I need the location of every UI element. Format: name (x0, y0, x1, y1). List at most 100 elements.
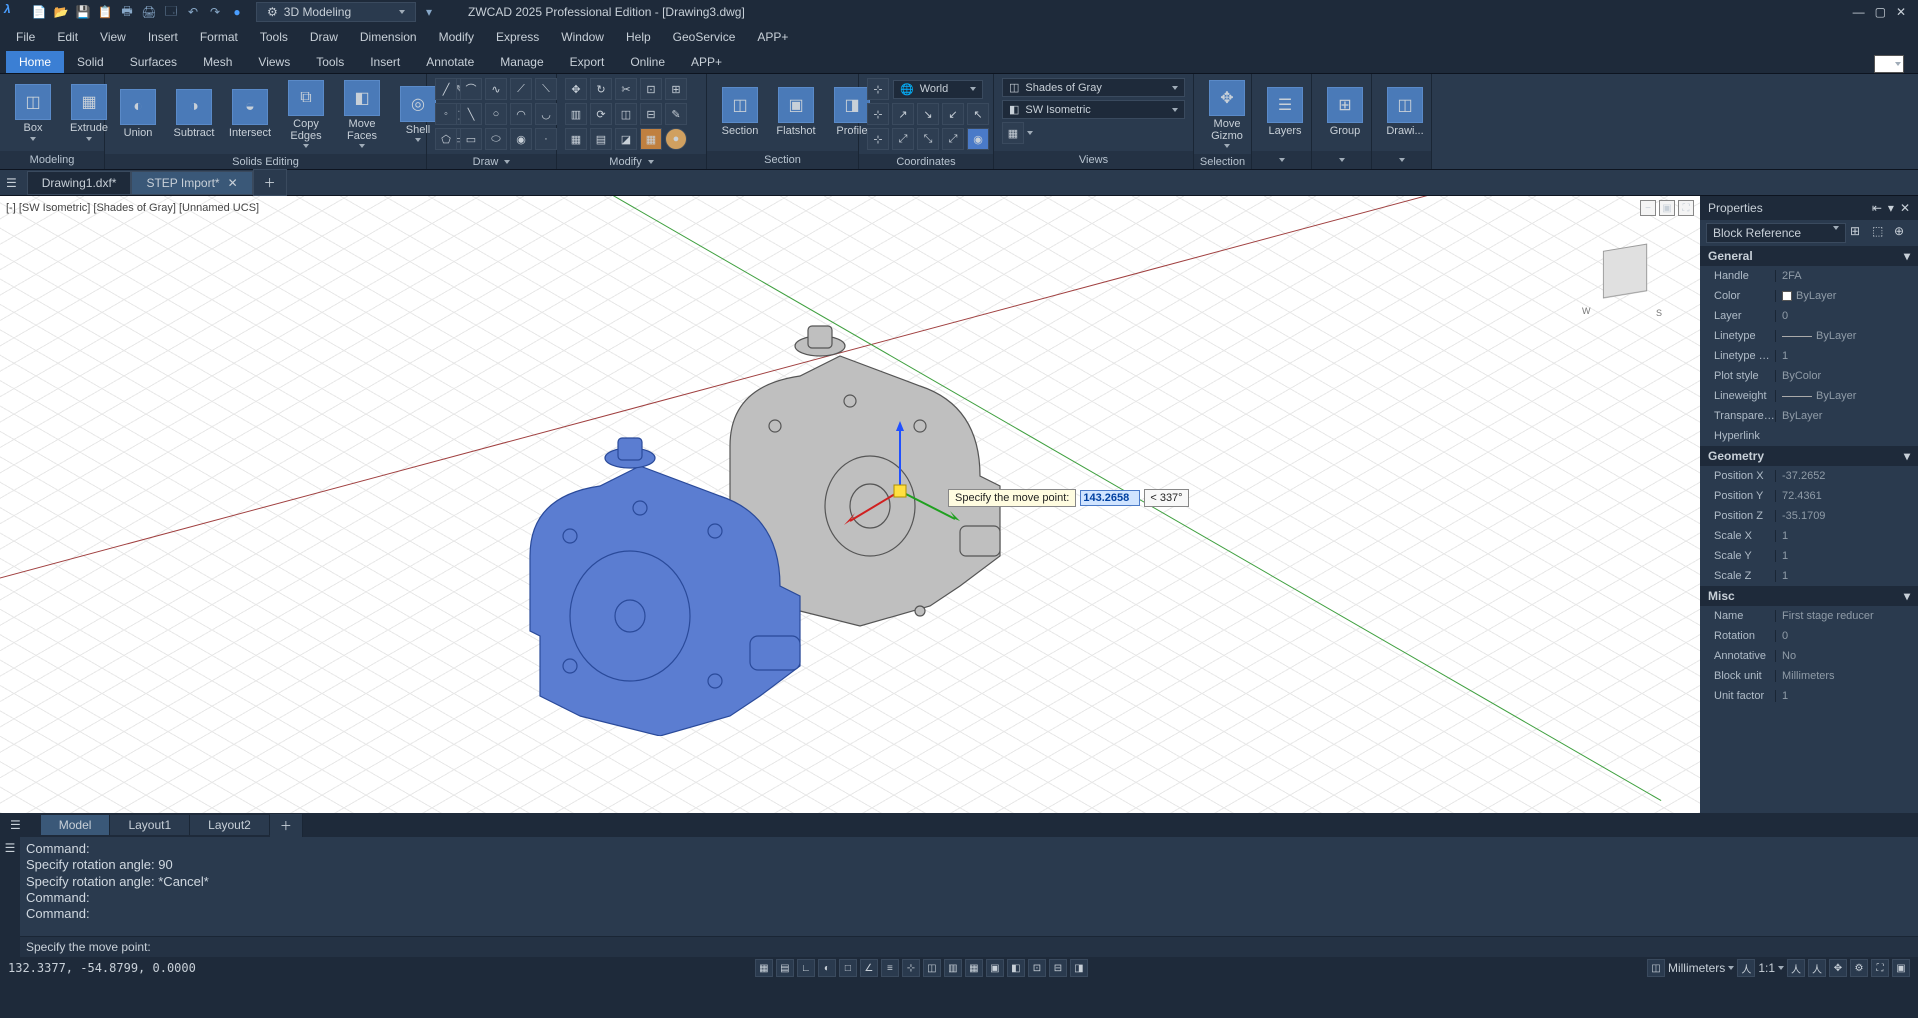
tool-icon[interactable]: ◉ (510, 128, 532, 150)
tool-icon[interactable]: ◫ (615, 103, 637, 125)
tab-app[interactable]: APP+ (678, 51, 735, 73)
ucs-icon[interactable]: ⊹ (867, 78, 889, 100)
coordinates-display[interactable]: 132.3377, -54.8799, 0.0000 (8, 961, 196, 975)
command-expand-icon[interactable]: ☰ (0, 837, 20, 957)
palette-autohide-icon[interactable]: ⇤ (1872, 201, 1882, 215)
doc-tab-1[interactable]: STEP Import*✕ (131, 171, 252, 195)
props-row[interactable]: Hyperlink (1700, 426, 1918, 446)
menu-help[interactable]: Help (616, 27, 661, 47)
status-toggle[interactable]: ◧ (1007, 959, 1025, 977)
status-toggle[interactable]: ⊡ (1028, 959, 1046, 977)
palette-close-icon[interactable]: ✕ (1900, 201, 1910, 215)
tool-icon[interactable]: ○ (485, 103, 507, 125)
trim-icon[interactable]: ✂ (615, 78, 637, 100)
props-row[interactable]: Rotation0 (1700, 626, 1918, 646)
layout-menu-icon[interactable]: ☰ (10, 818, 21, 832)
panel-layers-expand[interactable] (1252, 151, 1311, 169)
tab-manage[interactable]: Manage (487, 51, 556, 73)
command-input[interactable]: Specify the move point: (20, 936, 1918, 957)
viewport-maximize-icon[interactable]: ⛶ (1678, 200, 1694, 216)
ucs-tool-icon[interactable]: ◉ (967, 128, 989, 150)
ucs-tool-icon[interactable]: ↖ (967, 103, 989, 125)
props-row[interactable]: Position X-37.2652 (1700, 466, 1918, 486)
rotate-icon[interactable]: ↻ (590, 78, 612, 100)
status-toggle[interactable]: ▥ (944, 959, 962, 977)
units-label[interactable]: Millimeters (1668, 961, 1725, 975)
help-icon[interactable]: ● (228, 3, 246, 21)
viewport-minimize-icon[interactable]: − (1640, 200, 1656, 216)
ellipse-icon[interactable]: ⬭ (485, 128, 507, 150)
tool-icon[interactable]: ● (665, 128, 687, 150)
select-objects-icon[interactable]: ⬚ (1872, 224, 1890, 242)
layout-tab-2[interactable]: Layout2 (190, 815, 270, 835)
layout-tab-1[interactable]: Layout1 (110, 815, 190, 835)
move-faces-button[interactable]: ◧Move Faces (337, 78, 387, 150)
menu-app[interactable]: APP+ (747, 27, 798, 47)
props-row[interactable]: Transparen...ByLayer (1700, 406, 1918, 426)
props-row[interactable]: Block unitMillimeters (1700, 666, 1918, 686)
props-row[interactable]: LineweightByLayer (1700, 386, 1918, 406)
workspace-dropdown[interactable]: ⚙ 3D Modeling (256, 2, 416, 22)
lwt-toggle[interactable]: ≡ (881, 959, 899, 977)
print-icon[interactable]: 🖨 (140, 3, 158, 21)
quick-select-icon[interactable]: ⊞ (1850, 224, 1868, 242)
open-icon[interactable]: 📂 (52, 3, 70, 21)
plot-icon[interactable]: 🖶 (118, 3, 136, 21)
units-icon[interactable]: ◫ (1647, 959, 1665, 977)
props-row[interactable]: Handle2FA (1700, 266, 1918, 286)
props-row[interactable]: Scale X1 (1700, 526, 1918, 546)
props-row[interactable]: Scale Z1 (1700, 566, 1918, 586)
tool-icon[interactable]: ▦ (640, 128, 662, 150)
object-type-dropdown[interactable]: Block Reference (1706, 223, 1846, 243)
box-button[interactable]: ◫Box (8, 82, 58, 142)
tab-online[interactable]: Online (617, 51, 678, 73)
copy-edges-button[interactable]: ⧉Copy Edges (281, 78, 331, 150)
current-color-well[interactable] (1874, 55, 1904, 73)
visual-style-dropdown[interactable]: ◫Shades of Gray (1002, 78, 1185, 97)
props-row[interactable]: ColorByLayer (1700, 286, 1918, 306)
menu-window[interactable]: Window (551, 27, 614, 47)
cleanscreen-icon[interactable]: ▣ (1892, 959, 1910, 977)
tool-icon[interactable]: ⟳ (590, 103, 612, 125)
flatshot-button[interactable]: ▣Flatshot (771, 85, 821, 139)
array-icon[interactable]: ⊟ (640, 103, 662, 125)
menu-format[interactable]: Format (190, 27, 248, 47)
saveas-icon[interactable]: 📋 (96, 3, 114, 21)
tool-icon[interactable]: · (535, 128, 557, 150)
osnap-toggle[interactable]: □ (839, 959, 857, 977)
ortho-toggle[interactable]: ∟ (797, 959, 815, 977)
ucs-tool-icon[interactable]: ⊹ (867, 103, 889, 125)
tab-surfaces[interactable]: Surfaces (117, 51, 190, 73)
tab-views[interactable]: Views (245, 51, 303, 73)
props-row[interactable]: AnnotativeNo (1700, 646, 1918, 666)
tool-icon[interactable]: ╲ (460, 103, 482, 125)
preview-icon[interactable]: 🗔 (162, 3, 180, 21)
viewport[interactable]: [-] [SW Isometric] [Shades of Gray] [Unn… (0, 196, 1700, 813)
tool-icon[interactable]: ⊞ (665, 78, 687, 100)
scale-label[interactable]: 1:1 (1758, 961, 1775, 975)
intersect-button[interactable]: ◒Intersect (225, 87, 275, 141)
close-tab-icon[interactable]: ✕ (228, 176, 238, 190)
tool-icon[interactable]: ⟋ (510, 78, 532, 100)
undo-icon[interactable]: ↶ (184, 3, 202, 21)
fullscreen-icon[interactable]: ⛶ (1871, 959, 1889, 977)
curve-icon[interactable]: ∿ (485, 78, 507, 100)
props-section-general[interactable]: General▾ (1700, 246, 1918, 266)
props-section-geometry[interactable]: Geometry▾ (1700, 446, 1918, 466)
view-tool-icon[interactable]: ▦ (1002, 122, 1024, 144)
union-button[interactable]: ◐Union (113, 87, 163, 141)
props-row[interactable]: Position Y72.4361 (1700, 486, 1918, 506)
mirror-icon[interactable]: ▥ (565, 103, 587, 125)
group-button[interactable]: ⊞Group (1320, 85, 1370, 139)
menu-tools[interactable]: Tools (250, 27, 298, 47)
props-section-misc[interactable]: Misc▾ (1700, 586, 1918, 606)
tab-annotate[interactable]: Annotate (413, 51, 487, 73)
doc-menu-icon[interactable]: ☰ (6, 176, 17, 190)
polar-toggle[interactable]: ◐ (818, 959, 836, 977)
settings-icon[interactable]: ⚙ (1850, 959, 1868, 977)
ucs-tool-icon[interactable]: ⊹ (867, 128, 889, 150)
tool-icon[interactable]: ⟍ (535, 78, 557, 100)
grid-toggle[interactable]: ▦ (755, 959, 773, 977)
menu-express[interactable]: Express (486, 27, 549, 47)
tab-insert[interactable]: Insert (357, 51, 413, 73)
